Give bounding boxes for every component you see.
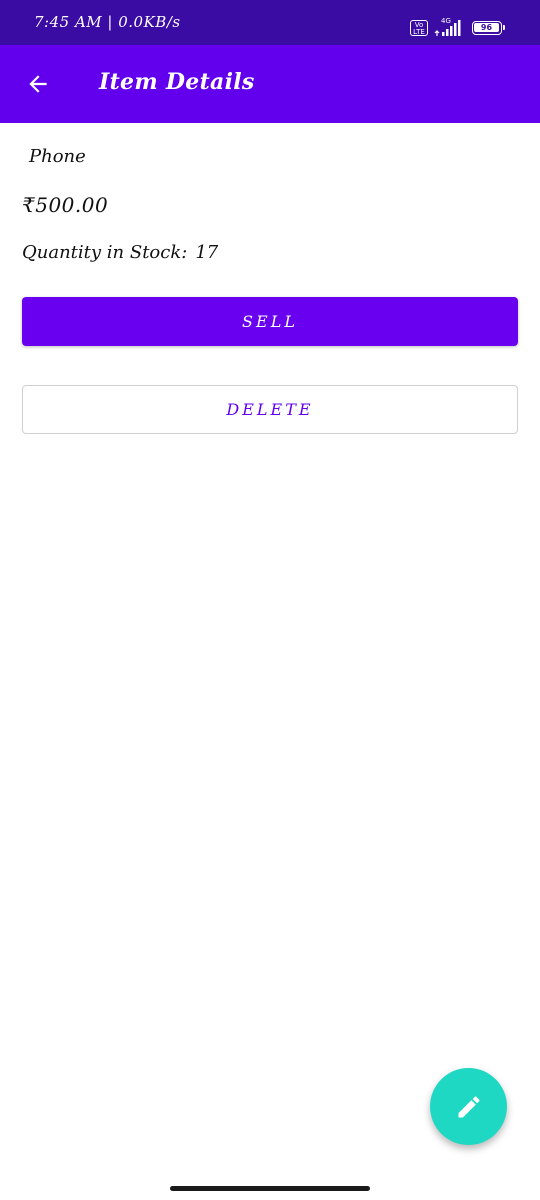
status-icons: Vo LTE 4G 96 [410, 17, 505, 38]
stock-label: Quantity in Stock: [22, 242, 188, 263]
stock-row: Quantity in Stock: 17 [22, 242, 218, 263]
item-price: ₹500.00 [22, 193, 109, 217]
network-type-label: 4G [441, 17, 451, 25]
item-name: Phone [29, 146, 86, 167]
status-time-speed: 7:45 AM | 0.0KB/s [34, 13, 181, 31]
battery-level: 96 [474, 23, 499, 32]
app-bar: Item Details [0, 45, 540, 123]
status-bar: 7:45 AM | 0.0KB/s Vo LTE 4G 96 [0, 0, 540, 45]
back-button[interactable] [18, 64, 58, 104]
sell-button[interactable]: SELL [22, 297, 518, 346]
item-details-screen: 7:45 AM | 0.0KB/s Vo LTE 4G 96 Item Deta… [0, 0, 540, 1200]
arrow-back-icon [29, 75, 47, 93]
volte-icon: Vo LTE [410, 20, 428, 36]
page-title: Item Details [99, 69, 255, 95]
signal-icon: 4G [433, 17, 467, 37]
home-indicator[interactable] [170, 1186, 370, 1191]
stock-value: 17 [195, 242, 219, 263]
edit-pencil-icon [458, 1095, 480, 1117]
edit-fab-button[interactable] [430, 1068, 507, 1145]
delete-button[interactable]: DELETE [22, 385, 518, 434]
battery-icon: 96 [472, 21, 505, 35]
